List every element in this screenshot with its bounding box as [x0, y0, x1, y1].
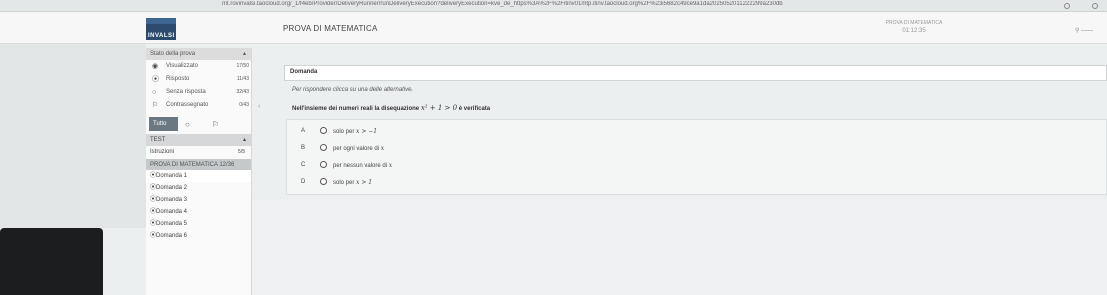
option-d[interactable]: D solo per x > 1	[287, 175, 1106, 189]
question-title: Domanda	[290, 69, 318, 75]
radio-d[interactable]	[320, 178, 327, 185]
part-header[interactable]: PROVA DI MATEMATICA 12/36	[146, 159, 251, 170]
question-prompt: Nell'insieme dei numeri reali la disequa…	[292, 104, 491, 112]
radio-c[interactable]	[320, 161, 327, 168]
answered-icon: ⦿	[150, 209, 157, 215]
collapse-icon[interactable]: ▴	[243, 50, 246, 57]
filter-bar: Tutto ○ ⚐	[146, 117, 251, 133]
question-item-3[interactable]: ⦿ Domanda 3	[146, 194, 251, 206]
url-text[interactable]: mt.rovinvalsi.taocloud.org/_1/f4eb/Provi…	[222, 1, 982, 7]
stat-answered[interactable]: ⦿ Risposto 11/43	[146, 73, 251, 86]
instructions-item[interactable]: Istruzioni 5/5	[146, 146, 251, 157]
answered-icon: ⦿	[150, 173, 157, 179]
timer: 01:12:35	[902, 28, 926, 34]
radio-b[interactable]	[320, 144, 327, 151]
answered-icon: ⦿	[150, 197, 157, 203]
user-icon[interactable]: ⚲ ——	[1075, 27, 1093, 34]
answered-icon: ⦿	[152, 76, 159, 83]
chevron-left-icon[interactable]: ‹	[258, 103, 260, 110]
stat-flagged[interactable]: ⚐ Contrassegnato 0/43	[146, 99, 251, 112]
eye-icon: ◉	[152, 63, 159, 70]
question-panel: Domanda Per rispondere clicca su una del…	[282, 59, 1107, 199]
flag-icon: ⚐	[152, 102, 159, 109]
filter-unanswered-icon[interactable]: ○	[185, 120, 190, 129]
dark-panel	[0, 228, 103, 295]
answer-options: A solo per x > −1 B per ogni valore di x…	[286, 119, 1107, 195]
menu-icon[interactable]	[1092, 3, 1098, 9]
question-item-2[interactable]: ⦿ Domanda 2	[146, 182, 251, 194]
browser-address-bar[interactable]: mt.rovinvalsi.taocloud.org/_1/f4eb/Provi…	[0, 0, 1107, 12]
content-background	[252, 199, 1107, 295]
question-item-4[interactable]: ⦿ Domanda 4	[146, 206, 251, 218]
prompt-math: x² + 1 > 0	[420, 104, 458, 112]
option-a[interactable]: A solo per x > −1	[287, 124, 1106, 138]
collapse-icon[interactable]: ▴	[243, 136, 246, 143]
stat-viewed[interactable]: ◉ Visualizzato 17/50	[146, 60, 251, 73]
invalsi-logo: INVALSI	[146, 18, 176, 40]
app-header: INVALSI PROVA DI MATEMATICA PROVA DI MAT…	[0, 12, 1107, 44]
radio-a[interactable]	[320, 127, 327, 134]
test-name: PROVA DI MATEMATICA	[885, 20, 943, 26]
test-info: PROVA DI MATEMATICA 01:12:35	[884, 20, 944, 34]
stat-unanswered[interactable]: ○ Senza risposta 32/43	[146, 86, 251, 99]
option-c[interactable]: C per nessun valore di x	[287, 158, 1106, 172]
question-item-6[interactable]: ⦿ Domanda 6	[146, 230, 251, 242]
bookmark-icon[interactable]	[1064, 3, 1070, 9]
question-hint: Per rispondere clicca su una delle alter…	[292, 87, 414, 93]
filter-all-button[interactable]: Tutto	[149, 117, 178, 131]
question-item-1[interactable]: ⦿ Domanda 1	[146, 170, 251, 182]
unanswered-icon: ○	[152, 89, 157, 96]
answered-icon: ⦿	[150, 185, 157, 191]
question-item-5[interactable]: ⦿ Domanda 5	[146, 218, 251, 230]
page-margin	[0, 44, 146, 228]
question-header-box	[284, 65, 1107, 81]
test-sidebar: Stato della prova ▴ ◉ Visualizzato 17/50…	[146, 48, 252, 295]
page-title: PROVA DI MATEMATICA	[283, 24, 378, 33]
section-test[interactable]: TEST ▴	[146, 134, 251, 146]
answered-icon: ⦿	[150, 233, 157, 239]
filter-flag-icon[interactable]: ⚐	[212, 120, 219, 129]
option-b[interactable]: B per ogni valore di x	[287, 141, 1106, 155]
status-header[interactable]: Stato della prova ▴	[146, 48, 251, 60]
answered-icon: ⦿	[150, 221, 157, 227]
